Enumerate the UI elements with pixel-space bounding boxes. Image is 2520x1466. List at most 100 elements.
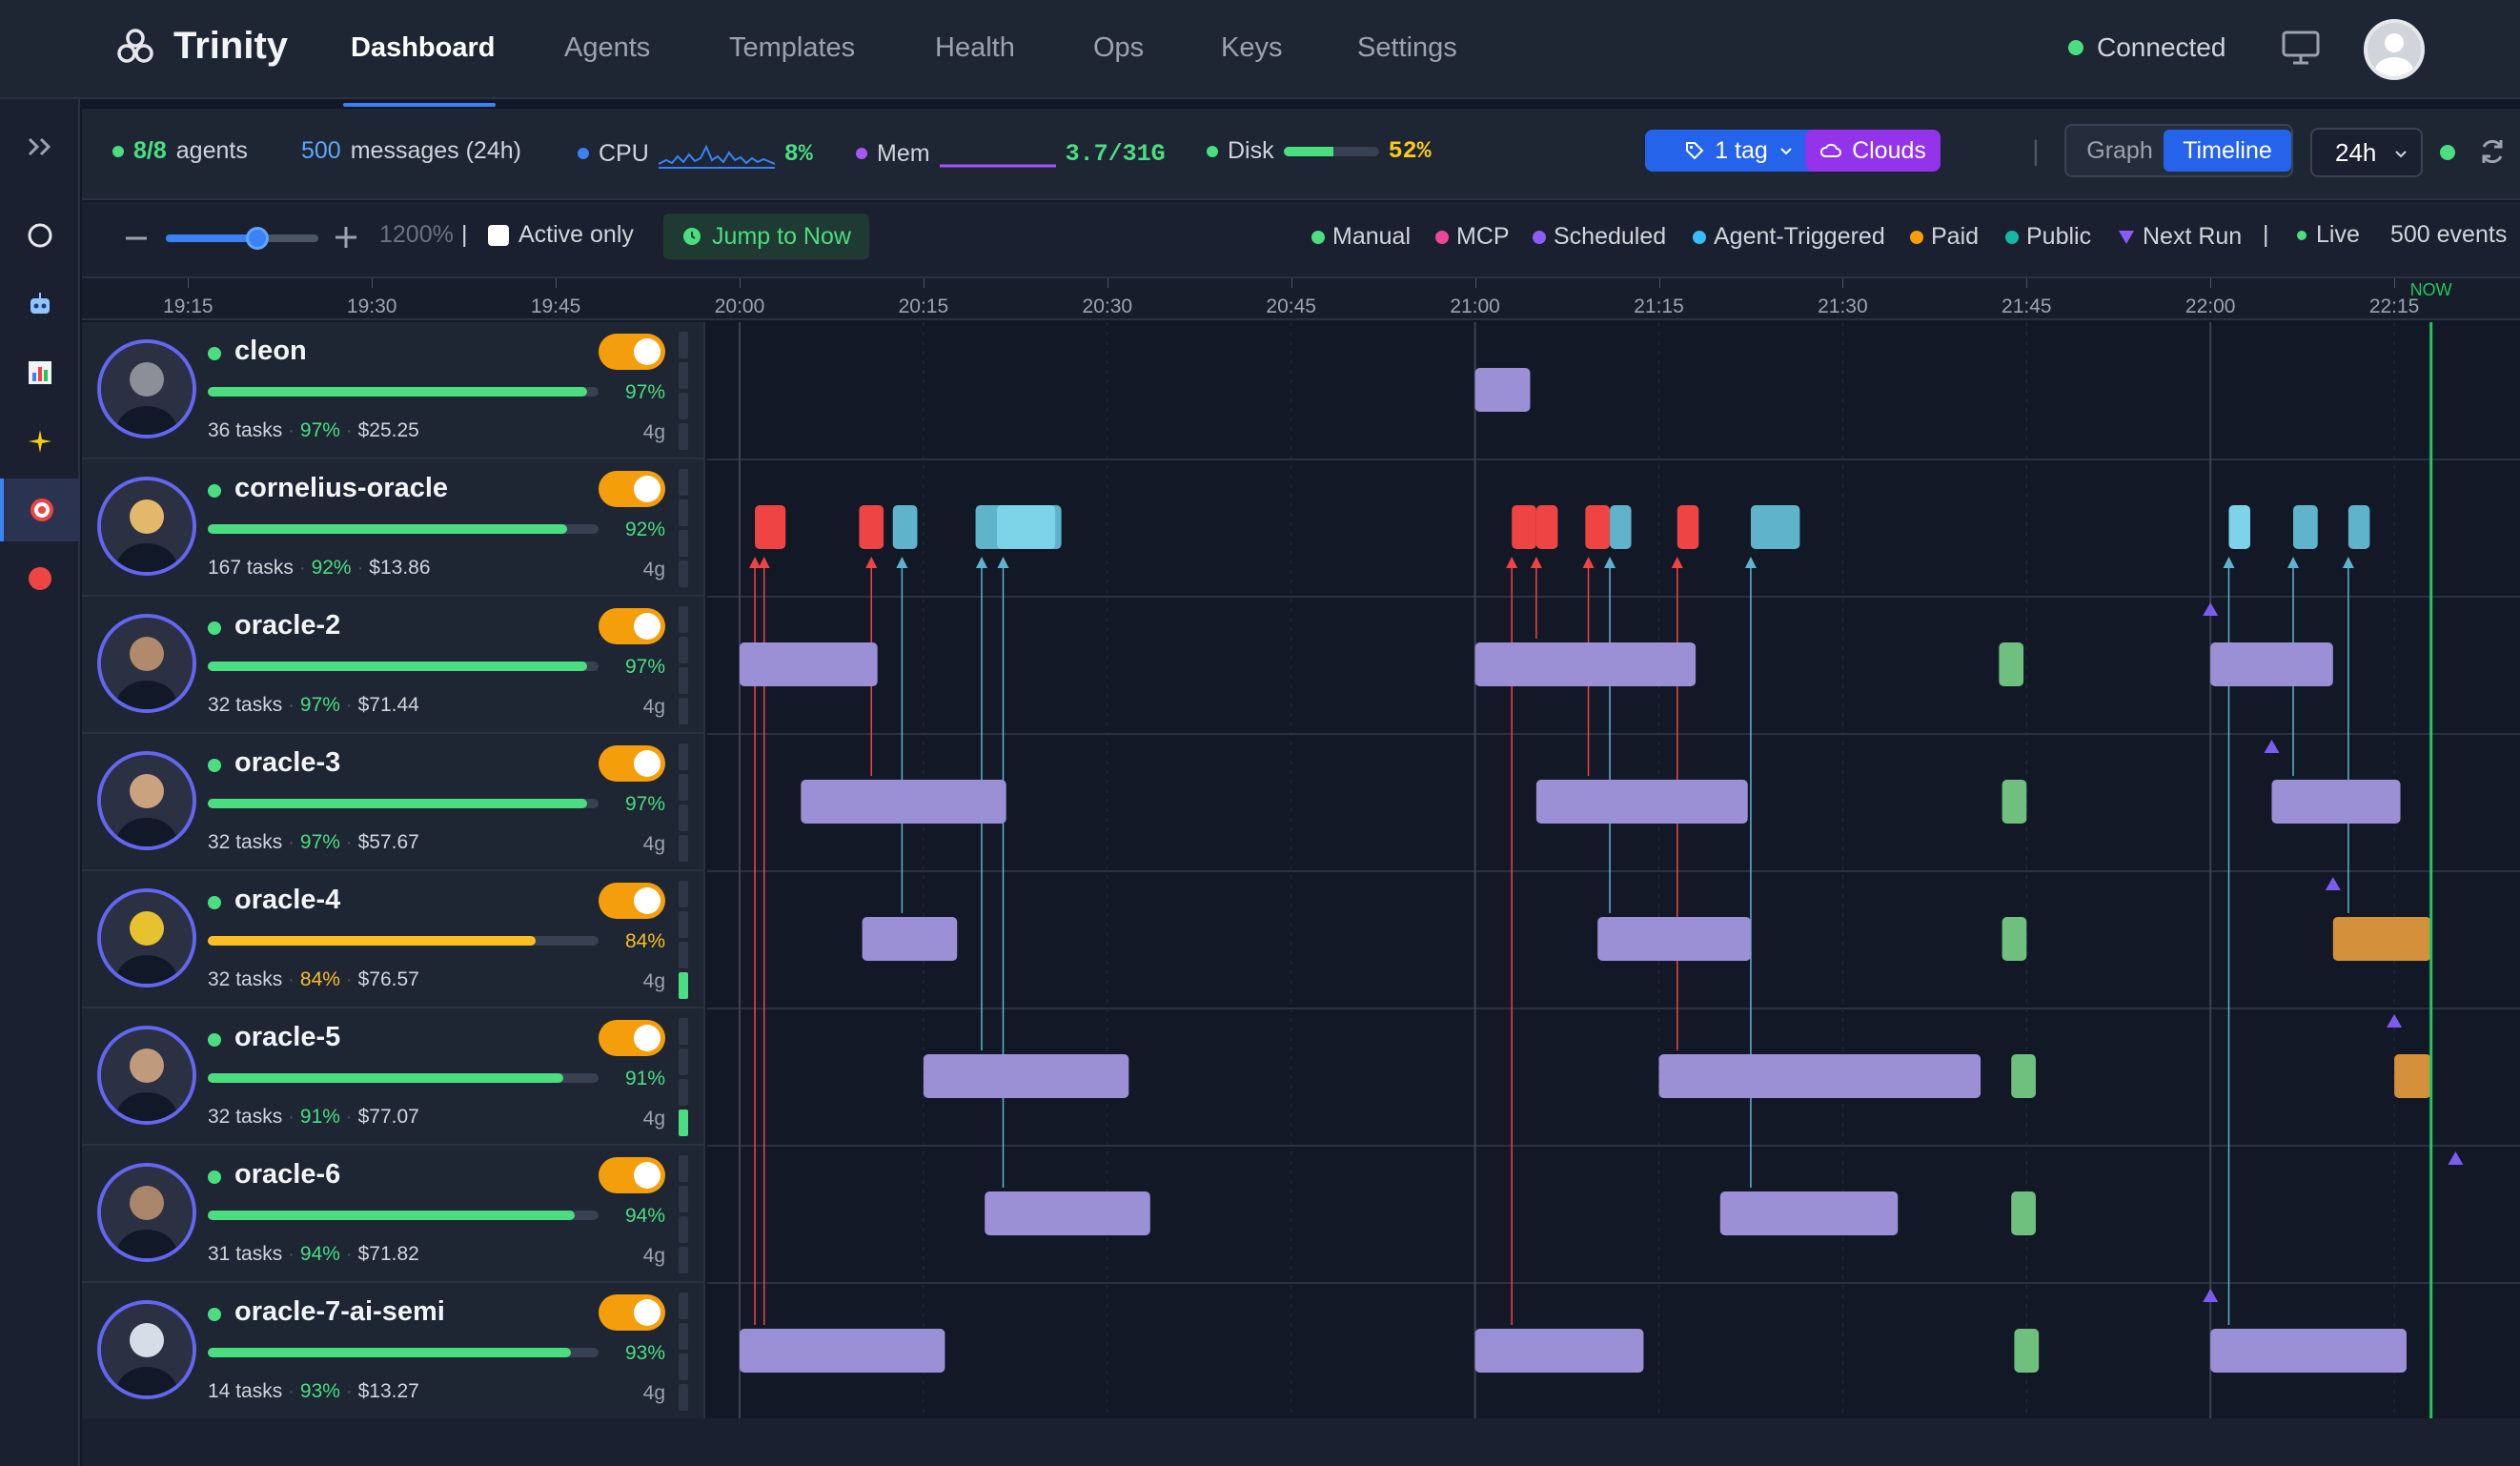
tab-ops[interactable]: Ops xyxy=(1093,32,1144,64)
event-bar[interactable] xyxy=(1585,505,1611,549)
time-range-select[interactable]: 24h xyxy=(2310,128,2423,177)
agent-avatar[interactable] xyxy=(97,477,196,576)
active-only-checkbox[interactable]: Active only xyxy=(488,221,634,249)
next-run-marker[interactable] xyxy=(2325,877,2341,890)
event-bar[interactable] xyxy=(740,642,878,686)
agent-name[interactable]: oracle-4 xyxy=(234,885,340,916)
agent-enabled-toggle[interactable] xyxy=(599,608,665,644)
event-bar[interactable] xyxy=(2210,642,2333,686)
event-bar[interactable] xyxy=(862,917,958,961)
event-bar[interactable] xyxy=(1535,505,1558,549)
event-bar[interactable] xyxy=(2014,1329,2040,1373)
agent-enabled-toggle[interactable] xyxy=(599,1294,665,1331)
expand-sidebar-button[interactable] xyxy=(0,115,80,178)
legend-item-agent-triggered[interactable]: Agent-Triggered xyxy=(1693,223,1885,251)
agent-avatar[interactable] xyxy=(97,888,196,988)
agent-enabled-toggle[interactable] xyxy=(599,1157,665,1193)
event-bar[interactable] xyxy=(755,505,786,549)
agent-name[interactable]: oracle-5 xyxy=(234,1022,340,1053)
event-bar[interactable] xyxy=(1474,642,1697,686)
rail-item-home[interactable] xyxy=(0,204,80,267)
event-bar[interactable] xyxy=(2293,505,2318,549)
rail-item-agents[interactable] xyxy=(0,273,80,336)
clouds-filter-button[interactable]: Clouds xyxy=(1805,130,1941,172)
agent-name[interactable]: cornelius-oracle xyxy=(234,473,448,504)
agent-avatar[interactable] xyxy=(97,1300,196,1399)
user-avatar[interactable] xyxy=(2364,19,2425,80)
checkbox-box[interactable] xyxy=(488,224,509,246)
event-bar[interactable] xyxy=(1512,505,1536,549)
agent-name[interactable]: oracle-7-ai-semi xyxy=(234,1296,445,1328)
event-bar[interactable] xyxy=(1677,505,1699,549)
event-bar[interactable] xyxy=(1474,368,1531,412)
tab-keys[interactable]: Keys xyxy=(1221,32,1282,64)
legend-item-paid[interactable]: Paid xyxy=(1910,223,1979,251)
tab-agents[interactable]: Agents xyxy=(564,32,650,64)
agent-enabled-toggle[interactable] xyxy=(599,334,665,370)
event-bar[interactable] xyxy=(2347,505,2370,549)
event-bar[interactable] xyxy=(2011,1191,2036,1235)
event-bar[interactable] xyxy=(2271,780,2401,824)
event-bar[interactable] xyxy=(1597,917,1751,961)
legend-item-manual[interactable]: Manual xyxy=(1311,223,1411,251)
tab-settings[interactable]: Settings xyxy=(1357,32,1457,64)
agent-enabled-toggle[interactable] xyxy=(599,745,665,782)
agent-avatar[interactable] xyxy=(97,1163,196,1262)
agent-enabled-toggle[interactable] xyxy=(599,471,665,507)
agent-row[interactable]: cornelius-oracle 92% 167 tasks · 92% · $13… xyxy=(82,459,705,597)
event-bar[interactable] xyxy=(1750,505,1800,549)
event-bar[interactable] xyxy=(1719,1191,1899,1235)
tab-dashboard[interactable]: Dashboard xyxy=(351,32,495,64)
agent-row[interactable]: oracle-7-ai-semi 93% 14 tasks · 93% · $13.… xyxy=(82,1283,705,1420)
timeline-view-button[interactable]: Timeline xyxy=(2164,130,2291,172)
event-bar[interactable] xyxy=(2228,505,2250,549)
agent-row[interactable]: oracle-3 97% 32 tasks · 97% · $57.67 4g xyxy=(82,734,705,871)
event-bar[interactable] xyxy=(1474,1329,1644,1373)
jump-to-now-button[interactable]: Jump to Now xyxy=(663,214,869,259)
event-bar[interactable] xyxy=(859,505,884,549)
agent-name[interactable]: oracle-3 xyxy=(234,747,340,779)
agent-row[interactable]: oracle-2 97% 32 tasks · 97% · $71.44 4g xyxy=(82,597,705,734)
next-run-marker[interactable] xyxy=(2387,1014,2403,1028)
zoom-out-icon[interactable] xyxy=(122,229,151,248)
agent-avatar[interactable] xyxy=(97,614,196,713)
agent-row[interactable]: cleon 97% 36 tasks · 97% · $25.25 4g xyxy=(82,322,705,459)
rail-item-record[interactable] xyxy=(0,547,80,610)
rail-item-targets[interactable] xyxy=(0,478,80,541)
event-bar[interactable] xyxy=(740,1329,945,1373)
event-bar[interactable] xyxy=(2002,780,2027,824)
event-bar[interactable] xyxy=(2332,917,2431,961)
event-bar[interactable] xyxy=(1535,780,1748,824)
rail-item-magic[interactable] xyxy=(0,410,80,473)
event-bar[interactable] xyxy=(997,505,1056,549)
agent-row[interactable]: oracle-6 94% 31 tasks · 94% · $71.82 4g xyxy=(82,1146,705,1283)
agent-enabled-toggle[interactable] xyxy=(599,883,665,919)
event-bar[interactable] xyxy=(923,1054,1129,1098)
agent-name[interactable]: oracle-2 xyxy=(234,610,340,641)
tab-health[interactable]: Health xyxy=(935,32,1015,64)
next-run-marker[interactable] xyxy=(2448,1151,2464,1165)
legend-item-public[interactable]: Public xyxy=(2005,223,2091,251)
tab-templates[interactable]: Templates xyxy=(729,32,855,64)
event-bar[interactable] xyxy=(2011,1054,2036,1098)
monitor-icon[interactable] xyxy=(2280,29,2322,67)
agent-avatar[interactable] xyxy=(97,1026,196,1125)
timeline-canvas[interactable] xyxy=(707,322,2520,1418)
event-bar[interactable] xyxy=(892,505,918,549)
next-run-marker[interactable] xyxy=(2264,740,2280,753)
event-bar[interactable] xyxy=(985,1191,1150,1235)
next-run-marker[interactable] xyxy=(2203,1289,2219,1302)
event-bar[interactable] xyxy=(2210,1329,2407,1373)
event-bar[interactable] xyxy=(1610,505,1632,549)
app-logo[interactable]: Trinity xyxy=(114,25,288,68)
agent-avatar[interactable] xyxy=(97,751,196,850)
refresh-icon[interactable] xyxy=(2476,135,2509,168)
event-bar[interactable] xyxy=(801,780,1006,824)
zoom-slider-thumb[interactable] xyxy=(246,227,269,250)
zoom-in-icon[interactable] xyxy=(332,223,360,252)
event-bar[interactable] xyxy=(1658,1054,1981,1098)
agent-row[interactable]: oracle-5 91% 32 tasks · 91% · $77.07 4g xyxy=(82,1008,705,1146)
graph-view-button[interactable]: Graph xyxy=(2070,130,2169,172)
agent-enabled-toggle[interactable] xyxy=(599,1020,665,1056)
legend-item-scheduled[interactable]: Scheduled xyxy=(1533,223,1666,251)
